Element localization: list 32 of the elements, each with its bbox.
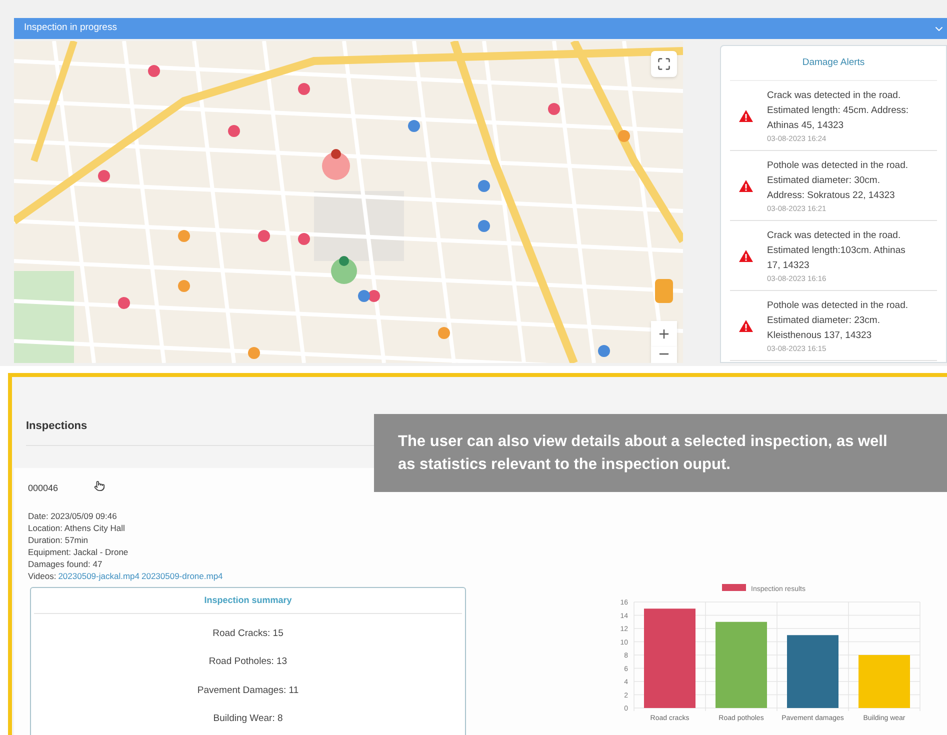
fullscreen-button[interactable] — [651, 51, 677, 77]
status-title: Inspection in progress — [24, 21, 117, 36]
videos-label: Videos: — [28, 570, 56, 582]
alert-message: Crack was detected in the road. Estimated length:103cm. Athinas 17, 14323 — [767, 228, 906, 273]
warning-icon — [739, 110, 753, 122]
panel-title: Damage Alerts — [730, 46, 937, 82]
summary-title: Inspection summary — [34, 588, 462, 614]
alert-message: Pothole was detected in the road. Estimated diameter: 30cm. Address: Sokratous 22, 14323 — [767, 158, 910, 203]
warning-icon — [739, 320, 753, 332]
callout-text: The user can also view details about a selected inspection, as well as statistics relevant to the inspection ouput. — [398, 432, 888, 475]
detail-text: Date: 2023/05/09 09:46 — [28, 510, 118, 522]
zoom-in-button[interactable] — [651, 321, 677, 347]
detail-text: Equipment: Jackal - Drone — [28, 546, 130, 558]
warning-icon — [739, 250, 753, 262]
section-title: Inspections — [26, 420, 88, 432]
detail-text: Location: Athens City Hall — [28, 522, 126, 534]
video-link[interactable]: 20230509-drone.mp4 — [141, 570, 223, 582]
detail-text: Duration: 57min — [28, 534, 90, 546]
detail-text: Damages found: 47 — [28, 558, 104, 570]
fullscreen-icon — [657, 57, 671, 71]
video-link[interactable]: 20230509-jackal.mp4 — [58, 570, 140, 582]
summary-item: Building Wear: 8 — [213, 712, 283, 726]
warning-icon — [739, 180, 753, 192]
zoom-out-button[interactable] — [651, 347, 677, 363]
alert-message: Pothole was detected in the road. Estimated diameter: 23cm. Kleisthenous 137, 14323 — [767, 298, 910, 343]
alert-message: Crack was detected in the road. Estimated length: 45cm. Address: Athinas 45, 14323 — [767, 88, 910, 133]
summary-item: Road Cracks: 15 — [212, 627, 284, 641]
summary-item: Pavement Damages: 11 — [197, 684, 299, 698]
summary-item: Road Potholes: 13 — [208, 655, 288, 670]
plus-icon — [657, 327, 671, 341]
inspection-id: 000046 — [28, 482, 58, 495]
hand-cursor-icon — [94, 480, 106, 492]
